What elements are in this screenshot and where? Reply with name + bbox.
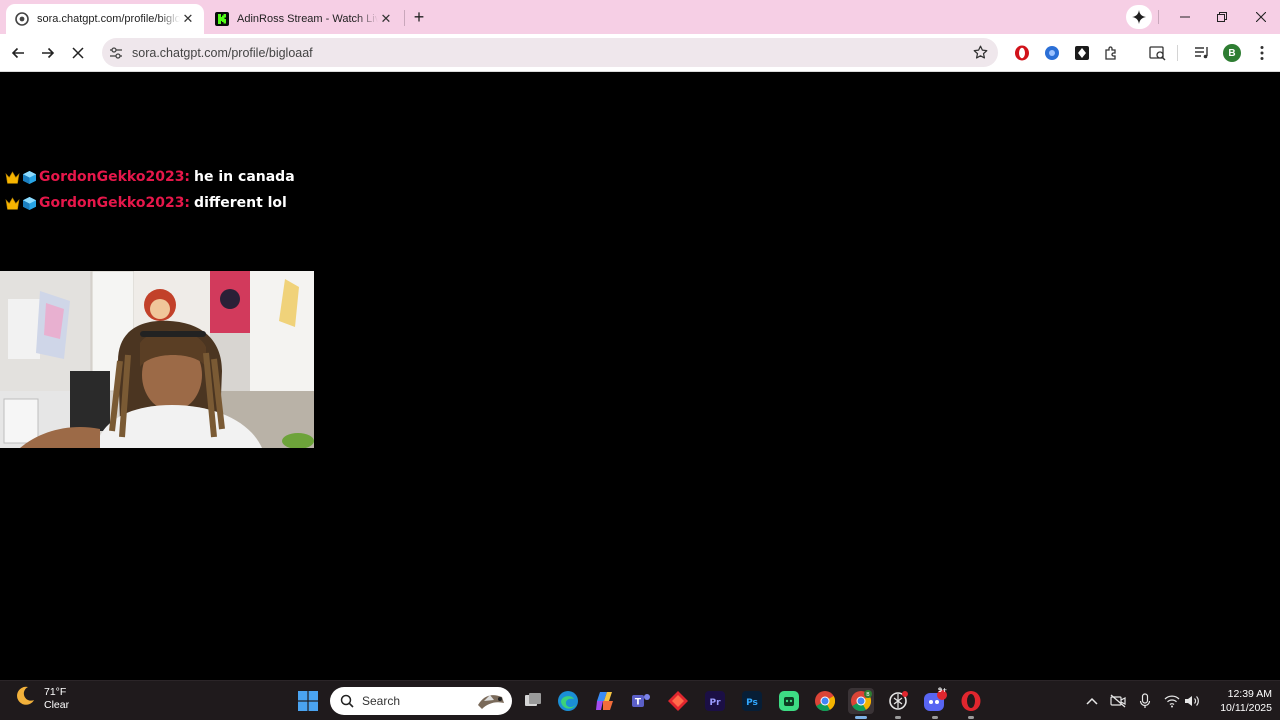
notification-badge: 9+ (938, 687, 948, 694)
tab-strip: sora.chatgpt.com/profile/bigloaaf ✕ Adin… (0, 0, 1280, 34)
cube-extension-icon[interactable] (1072, 43, 1092, 63)
page-content: GordonGekko2023: he in canada GordonGekk… (0, 73, 1280, 680)
extensions-puzzle-icon[interactable] (1102, 43, 1122, 63)
vpn-extension-icon[interactable] (1042, 43, 1062, 63)
browser-toolbar: sora.chatgpt.com/profile/bigloaaf B (0, 34, 1280, 72)
svg-text:Ps: Ps (746, 698, 758, 708)
tab-kick[interactable]: AdinRoss Stream - Watch Live on Kick ✕ (206, 4, 402, 34)
crown-icon (4, 169, 20, 185)
microphone-icon[interactable] (1137, 693, 1153, 709)
clock-date: 10/11/2025 (1220, 702, 1272, 714)
window-divider (1158, 10, 1159, 24)
chevron-up-icon[interactable] (1084, 693, 1100, 709)
moon-icon (14, 685, 36, 712)
chrome-icon[interactable] (812, 688, 838, 714)
weather-widget[interactable]: 71°F Clear (14, 685, 69, 712)
running-indicator (932, 716, 938, 719)
red-diamond-app-icon[interactable] (665, 688, 691, 714)
chat-message: GordonGekko2023: he in canada (4, 167, 295, 187)
profile-avatar[interactable]: B (1223, 44, 1241, 62)
toolbar-divider (1177, 45, 1178, 61)
premiere-pro-icon[interactable]: Pr (702, 688, 728, 714)
camera-off-icon[interactable] (1110, 693, 1126, 709)
site-settings-icon[interactable] (108, 45, 124, 61)
running-indicator (968, 716, 974, 719)
search-icon (340, 694, 354, 708)
search-placeholder: Search (362, 694, 401, 708)
tab-sora[interactable]: sora.chatgpt.com/profile/bigloaaf ✕ (6, 4, 204, 34)
restore-icon[interactable] (1208, 6, 1236, 28)
new-tab-button[interactable]: + (410, 7, 428, 27)
openai-icon[interactable] (885, 688, 911, 714)
sora-icon (14, 11, 30, 27)
svg-text:B: B (866, 692, 870, 698)
opera-extension-icon[interactable] (1012, 43, 1032, 63)
media-controls-icon[interactable] (1192, 43, 1212, 63)
svg-text:Pr: Pr (709, 698, 721, 708)
close-tab-icon[interactable]: ✕ (378, 11, 394, 27)
tab-divider (404, 10, 405, 26)
task-view-icon[interactable] (520, 688, 546, 714)
volume-icon[interactable] (1184, 693, 1200, 709)
bookmark-star-icon[interactable] (972, 44, 988, 60)
cube-icon (21, 169, 37, 185)
green-app-icon[interactable] (776, 688, 802, 714)
stop-loading-icon[interactable] (66, 41, 90, 65)
svg-text:T: T (635, 698, 642, 708)
back-arrow-icon[interactable] (6, 41, 30, 65)
search-highlight-icon (474, 689, 508, 713)
kick-icon (214, 11, 230, 27)
tab-search-icon[interactable] (1147, 43, 1167, 63)
minimize-icon[interactable] (1171, 6, 1199, 28)
edge-icon[interactable] (555, 688, 581, 714)
teams-icon[interactable]: T (628, 688, 654, 714)
tab-title: sora.chatgpt.com/profile/bigloaaf (37, 13, 180, 25)
clock-time: 12:39 AM (1227, 688, 1272, 700)
chat-username[interactable]: GordonGekko2023: (39, 169, 190, 185)
close-tab-icon[interactable]: ✕ (180, 11, 196, 27)
windows-taskbar: 71°F Clear Search T Pr Ps B 9+ 12:39 AM … (0, 680, 1280, 720)
discord-icon[interactable]: 9+ (922, 687, 948, 714)
gemini-icon[interactable] (1126, 5, 1152, 29)
photoshop-icon[interactable]: Ps (739, 688, 765, 714)
windows-start-icon[interactable] (295, 688, 321, 714)
webcam-video[interactable] (0, 271, 314, 448)
menu-kebab-icon[interactable] (1252, 43, 1272, 63)
tab-title: AdinRoss Stream - Watch Live on Kick (237, 13, 378, 25)
weather-condition: Clear (44, 698, 70, 711)
running-indicator (895, 716, 901, 719)
cube-icon (21, 195, 37, 211)
taskbar-search[interactable]: Search (330, 687, 512, 715)
close-window-icon[interactable] (1247, 6, 1275, 28)
system-clock[interactable]: 12:39 AM 10/11/2025 (1206, 687, 1272, 715)
forward-arrow-icon[interactable] (36, 41, 60, 65)
chat-message: GordonGekko2023: different lol (4, 193, 287, 213)
weather-temp: 71°F (44, 685, 67, 698)
chat-text: he in canada (194, 169, 295, 185)
chat-text: different lol (194, 195, 287, 211)
copilot-icon[interactable] (592, 688, 618, 714)
chrome-profile-icon[interactable]: B (848, 688, 874, 714)
opera-icon[interactable] (958, 688, 984, 714)
url-text: sora.chatgpt.com/profile/bigloaaf (132, 45, 313, 60)
crown-icon (4, 195, 20, 211)
wifi-icon[interactable] (1164, 693, 1180, 709)
chat-username[interactable]: GordonGekko2023: (39, 195, 190, 211)
running-indicator (855, 716, 867, 719)
address-bar[interactable]: sora.chatgpt.com/profile/bigloaaf (102, 38, 998, 67)
